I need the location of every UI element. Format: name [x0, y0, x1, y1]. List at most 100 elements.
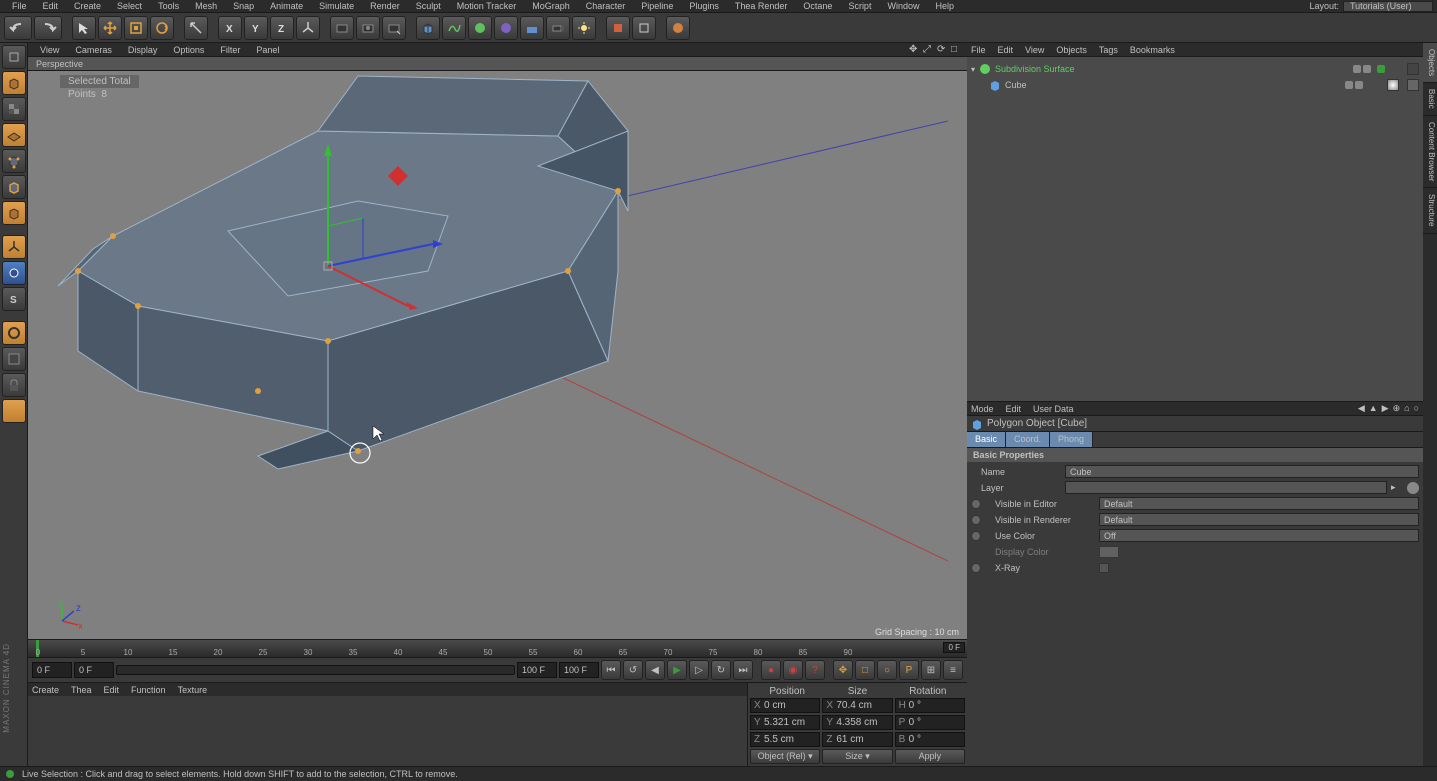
om-menu-view[interactable]: View	[1025, 45, 1044, 55]
menu-thea[interactable]: Thea Render	[727, 1, 796, 11]
coord-size-dropdown[interactable]: Size ▾	[822, 749, 892, 764]
autokey-button[interactable]: ◉	[783, 660, 803, 680]
axis-y-lock[interactable]: Y	[244, 16, 268, 40]
add-deformer[interactable]	[494, 16, 518, 40]
prev-key-button[interactable]: ↺	[623, 660, 643, 680]
menu-simulate[interactable]: Simulate	[311, 1, 362, 11]
attr-tab-basic[interactable]: Basic	[967, 432, 1006, 447]
timeline-range-start[interactable]: 0 F	[74, 662, 114, 678]
attr-viseditor-radio[interactable]	[971, 499, 981, 509]
scale-tool[interactable]	[124, 16, 148, 40]
cmd-texture[interactable]: Texture	[178, 685, 208, 695]
tree-item-subdivision[interactable]: ▾ Subdivision Surface	[971, 61, 1419, 77]
cmd-function[interactable]: Function	[131, 685, 166, 695]
am-nav-next[interactable]: ▶	[1382, 403, 1389, 414]
am-menu-userdata[interactable]: User Data	[1033, 404, 1074, 414]
add-spline[interactable]	[442, 16, 466, 40]
side-tab-basic[interactable]: Basic	[1423, 83, 1437, 116]
vp-maximize-icon[interactable]: □	[951, 44, 963, 56]
play-button[interactable]: ▶	[667, 660, 687, 680]
coord-pos-y[interactable]: Y5.321 cm	[750, 715, 820, 730]
om-menu-tags[interactable]: Tags	[1099, 45, 1118, 55]
menu-pipeline[interactable]: Pipeline	[633, 1, 681, 11]
viewport-solo[interactable]	[2, 347, 26, 371]
timeline-start-frame[interactable]: 0 F	[32, 662, 72, 678]
tree-tag-icon[interactable]	[1407, 63, 1419, 75]
edge-mode[interactable]	[2, 175, 26, 199]
tag2-icon[interactable]	[1407, 79, 1419, 91]
coord-rot-h[interactable]: H0 °	[895, 698, 965, 713]
vp-menu-filter[interactable]: Filter	[212, 45, 248, 55]
coord-system[interactable]	[296, 16, 320, 40]
point-mode[interactable]	[2, 149, 26, 173]
octane-settings[interactable]	[666, 16, 690, 40]
timeline-ruler[interactable]: 0 5 10 15 20 25 30 35 40 45 50 55 60 65 …	[28, 640, 967, 658]
side-tab-content[interactable]: Content Browser	[1423, 116, 1437, 189]
am-menu-edit[interactable]: Edit	[1006, 404, 1022, 414]
menu-select[interactable]: Select	[109, 1, 150, 11]
am-menu-mode[interactable]: Mode	[971, 404, 994, 414]
next-key-button[interactable]: ↻	[711, 660, 731, 680]
snap-toggle[interactable]: S	[2, 287, 26, 311]
select-tool[interactable]	[72, 16, 96, 40]
viewport-3d[interactable]: Selected Total Points 8	[28, 71, 967, 639]
attr-layer-menu-icon[interactable]: ▸	[1391, 482, 1403, 493]
add-camera[interactable]	[546, 16, 570, 40]
move-tool[interactable]	[98, 16, 122, 40]
menu-mesh[interactable]: Mesh	[187, 1, 225, 11]
render-settings[interactable]	[382, 16, 406, 40]
timeline-end-frame[interactable]: 100 F	[559, 662, 599, 678]
attr-viseditor-dropdown[interactable]: Default	[1099, 497, 1419, 510]
object-tree[interactable]: ▾ Subdivision Surface Cube	[967, 57, 1423, 402]
menu-script[interactable]: Script	[840, 1, 879, 11]
menu-file[interactable]: File	[4, 1, 35, 11]
attr-layer-input[interactable]	[1065, 481, 1387, 494]
am-nav-new[interactable]: ⊕	[1393, 403, 1401, 414]
menu-mograph[interactable]: MoGraph	[524, 1, 578, 11]
menu-edit[interactable]: Edit	[35, 1, 67, 11]
next-frame-button[interactable]: ▷	[689, 660, 709, 680]
attr-xray-checkbox[interactable]	[1099, 563, 1109, 573]
attr-xray-radio[interactable]	[971, 563, 981, 573]
menu-create[interactable]: Create	[66, 1, 109, 11]
timeline-slider[interactable]	[116, 665, 515, 675]
render-view[interactable]	[330, 16, 354, 40]
axis-z-lock[interactable]: Z	[270, 16, 294, 40]
coord-size-x[interactable]: X70.4 cm	[822, 698, 892, 713]
axis-x-lock[interactable]: X	[218, 16, 242, 40]
add-light[interactable]	[572, 16, 596, 40]
vp-menu-display[interactable]: Display	[120, 45, 166, 55]
tweak-mode[interactable]	[2, 261, 26, 285]
attr-name-input[interactable]: Cube	[1065, 465, 1419, 478]
coord-pos-x[interactable]: X0 cm	[750, 698, 820, 713]
vp-menu-options[interactable]: Options	[165, 45, 212, 55]
menu-octane[interactable]: Octane	[795, 1, 840, 11]
key-opts2-button[interactable]: ≡	[943, 660, 963, 680]
attr-layer-color-icon[interactable]	[1407, 482, 1419, 494]
menu-tools[interactable]: Tools	[150, 1, 187, 11]
coord-rot-p[interactable]: P0 °	[895, 715, 965, 730]
soft-select[interactable]	[2, 321, 26, 345]
vp-menu-cameras[interactable]: Cameras	[67, 45, 120, 55]
viewport-tab[interactable]: Perspective	[28, 57, 967, 71]
cmd-edit[interactable]: Edit	[104, 685, 120, 695]
menu-window[interactable]: Window	[879, 1, 927, 11]
goto-end-button[interactable]: ⏭	[733, 660, 753, 680]
axis-tool[interactable]	[2, 235, 26, 259]
menu-snap[interactable]: Snap	[225, 1, 262, 11]
cmd-thea[interactable]: Thea	[71, 685, 92, 695]
coord-size-z[interactable]: Z61 cm	[822, 732, 892, 747]
attr-visrenderer-radio[interactable]	[971, 515, 981, 525]
recent-tool[interactable]	[184, 16, 208, 40]
menu-character[interactable]: Character	[578, 1, 634, 11]
goto-start-button[interactable]: ⏮	[601, 660, 621, 680]
menu-sculpt[interactable]: Sculpt	[408, 1, 449, 11]
add-generator[interactable]	[468, 16, 492, 40]
attr-visrenderer-dropdown[interactable]: Default	[1099, 513, 1419, 526]
thea-tool1[interactable]	[606, 16, 630, 40]
om-menu-objects[interactable]: Objects	[1056, 45, 1087, 55]
coord-apply-button[interactable]: Apply	[895, 749, 965, 764]
prev-frame-button[interactable]: ◀	[645, 660, 665, 680]
locked-tool[interactable]	[2, 373, 26, 397]
attr-tab-phong[interactable]: Phong	[1050, 432, 1093, 447]
